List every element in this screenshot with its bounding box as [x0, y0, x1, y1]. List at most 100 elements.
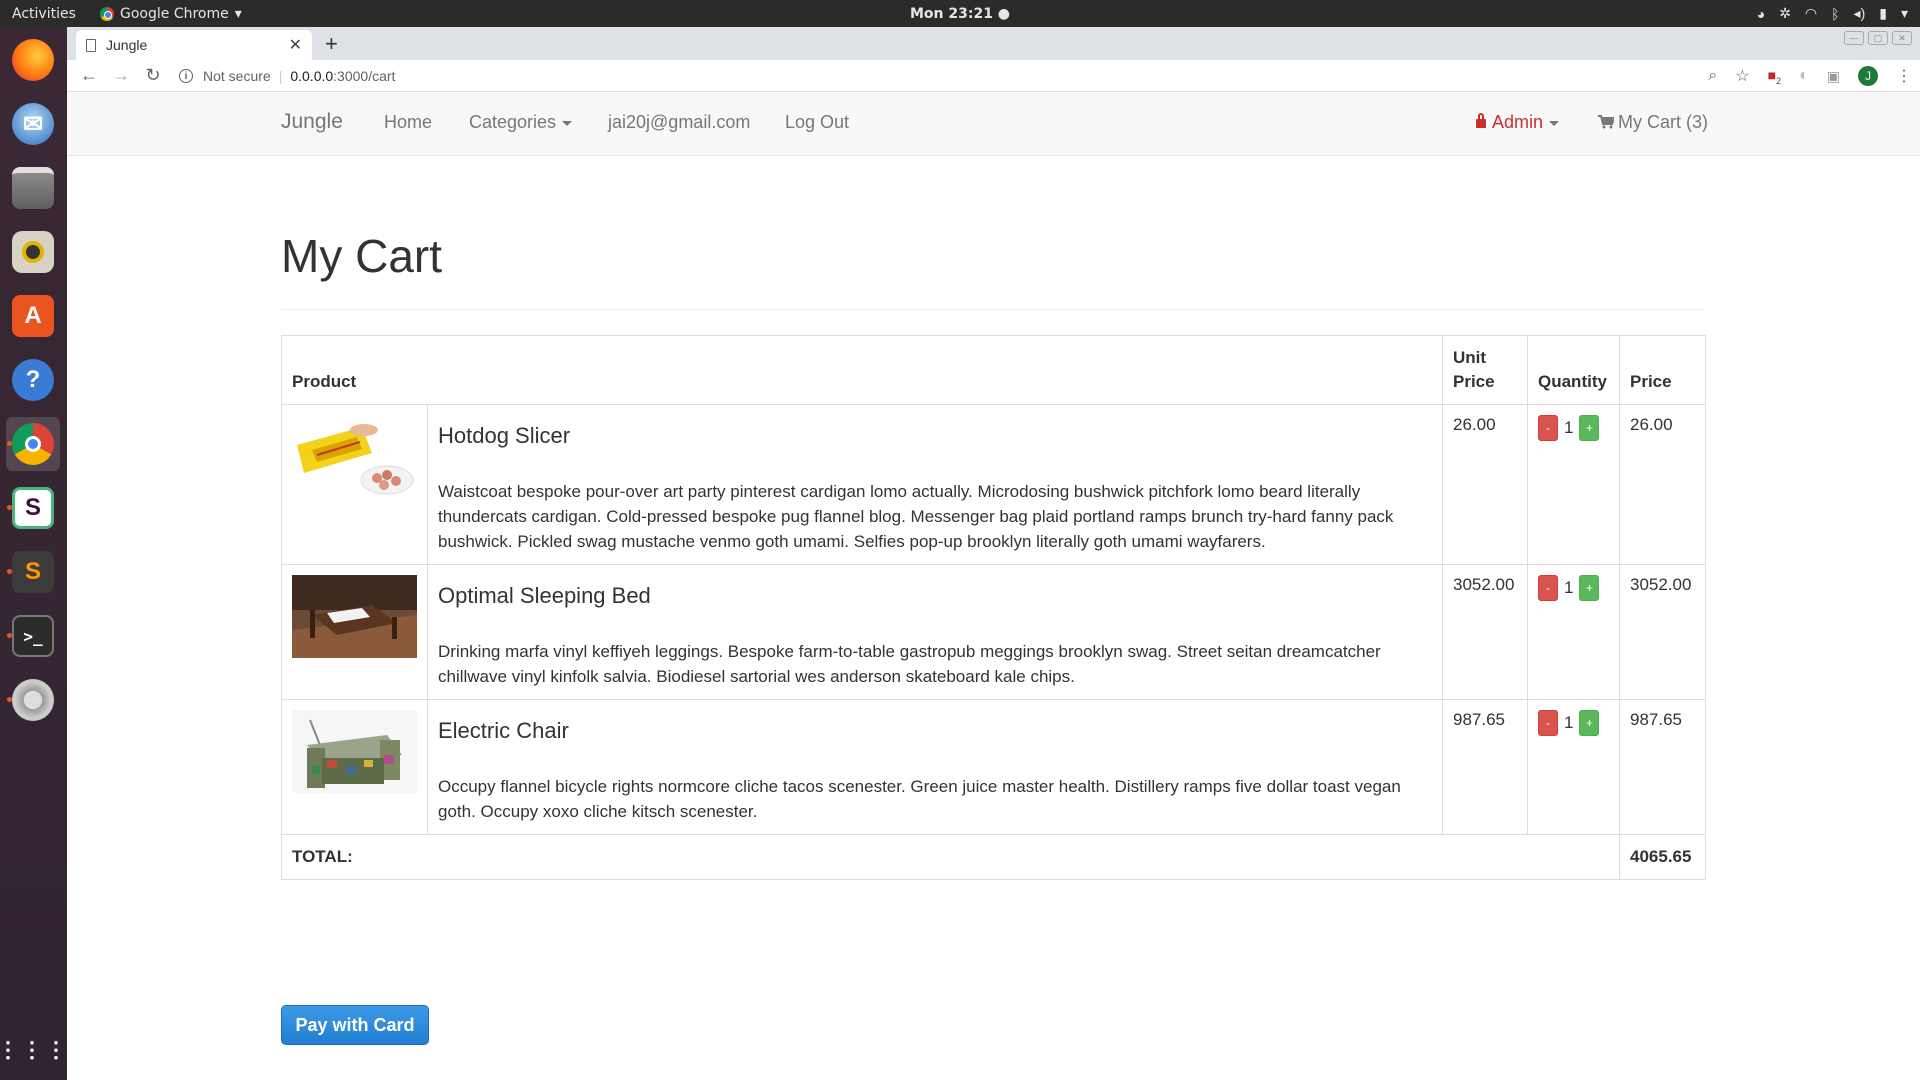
brand-link[interactable]: Jungle: [281, 110, 343, 134]
decrease-quantity-button[interactable]: -: [1538, 414, 1558, 441]
quantity-cell: - 1 +: [1527, 698, 1620, 835]
tab-jungle[interactable]: Jungle ✕: [76, 30, 312, 60]
nav-my-cart[interactable]: My Cart (3): [1598, 112, 1708, 133]
product-image-hotdog-slicer: [292, 414, 417, 498]
product-description: Drinking marfa vinyl keffiyeh leggings. …: [438, 641, 1381, 686]
profile-avatar[interactable]: J: [1858, 66, 1878, 86]
nav-my-cart-label: My Cart (3): [1618, 112, 1708, 132]
toolbar-actions: ⌕ ☆ ■2 ◐ ▣ J ⋮: [1708, 66, 1912, 86]
price-cell: 987.65: [1619, 698, 1706, 835]
page-title: My Cart: [281, 230, 442, 282]
dock-slack[interactable]: S: [6, 481, 60, 535]
app-menu[interactable]: Google Chrome ▾: [100, 6, 242, 22]
reload-button[interactable]: ↻: [137, 65, 169, 86]
show-applications[interactable]: ⋮⋮⋮: [0, 1023, 67, 1077]
sublime-icon: S: [12, 551, 54, 593]
system-tray[interactable]: ◕ ✲ ◠ ᛒ ◂) ▮ ▾: [1757, 5, 1908, 22]
increase-quantity-button[interactable]: +: [1579, 709, 1600, 736]
dock-chrome[interactable]: [6, 417, 60, 471]
quantity-value: 1: [1564, 417, 1574, 437]
forward-button[interactable]: →: [105, 65, 137, 86]
not-secure-label: Not secure: [203, 68, 271, 84]
decrease-quantity-button[interactable]: -: [1538, 709, 1558, 736]
browser-toolbar: ← → ↻ i Not secure | 0.0.0.0 :3000/cart …: [67, 60, 1920, 92]
nav-categories[interactable]: Categories: [469, 112, 573, 133]
nav-user-email[interactable]: jai20j@gmail.com: [608, 112, 750, 133]
info-icon[interactable]: i: [179, 69, 193, 83]
product-info-cell: Optimal Sleeping Bed Drinking marfa viny…: [427, 563, 1443, 700]
product-name[interactable]: Electric Chair: [438, 718, 1432, 744]
tab-strip: Jungle ✕ + — ▢ ✕: [67, 27, 1920, 60]
price-cell: 3052.00: [1619, 563, 1706, 700]
new-tab-button[interactable]: +: [325, 31, 338, 57]
running-indicator: [7, 505, 12, 510]
close-icon[interactable]: ✕: [289, 35, 302, 55]
col-price: Price: [1619, 335, 1706, 405]
extension-badge: 2: [1776, 75, 1782, 86]
app-menu-label: Google Chrome: [120, 5, 229, 22]
bookmark-star-icon[interactable]: ☆: [1735, 66, 1749, 86]
zoom-icon[interactable]: ⌕: [1708, 67, 1717, 85]
help-icon: ?: [12, 359, 54, 401]
browser-window: Jungle ✕ + — ▢ ✕ ← → ↻ i Not secure | 0.…: [67, 27, 1920, 1080]
menu-icon[interactable]: ⋮: [1896, 66, 1912, 86]
product-info-cell: Hotdog Slicer Waistcoat bespoke pour-ove…: [427, 403, 1443, 565]
speaker-icon: [12, 231, 54, 273]
nav-admin[interactable]: Admin: [1476, 112, 1560, 133]
col-unit-price: Unit Price: [1442, 335, 1528, 405]
running-indicator: [7, 697, 12, 702]
dock-thunderbird[interactable]: ✉: [6, 97, 60, 151]
close-window-button[interactable]: ✕: [1892, 31, 1912, 45]
table-header-row: Product Unit Price Quantity Price: [281, 335, 1706, 405]
dock-rhythmbox[interactable]: [6, 225, 60, 279]
pay-with-card-button[interactable]: Pay with Card: [281, 1005, 429, 1045]
volume-icon: ◂): [1853, 5, 1866, 21]
minimize-button[interactable]: —: [1844, 31, 1864, 45]
maximize-button[interactable]: ▢: [1868, 31, 1888, 45]
total-label: TOTAL:: [281, 833, 1620, 880]
running-indicator: [7, 569, 12, 574]
dock-files[interactable]: [6, 161, 60, 215]
increase-quantity-button[interactable]: +: [1579, 574, 1600, 601]
network-icon: ◕: [1756, 5, 1766, 22]
software-center-icon: A: [12, 295, 54, 337]
address-bar[interactable]: i Not secure | 0.0.0.0 :3000/cart: [179, 63, 1810, 89]
product-name[interactable]: Optimal Sleeping Bed: [438, 583, 1432, 609]
unit-price-cell: 3052.00: [1442, 563, 1528, 700]
extension-icon[interactable]: ◐: [1799, 67, 1809, 85]
quantity-value: 1: [1564, 577, 1574, 597]
bluetooth-icon: ᛒ: [1831, 5, 1840, 22]
unit-price-cell: 987.65: [1442, 698, 1528, 835]
quantity-cell: - 1 +: [1527, 403, 1620, 565]
dock-sublime[interactable]: S: [6, 545, 60, 599]
dock-terminal[interactable]: >_: [6, 609, 60, 663]
nav-logout[interactable]: Log Out: [785, 112, 849, 133]
files-icon: [12, 167, 54, 209]
product-image-electric-chair: [292, 709, 417, 793]
product-image-cell: [281, 563, 428, 700]
quantity-stepper: - 1 +: [1538, 574, 1609, 601]
back-button[interactable]: ←: [73, 65, 105, 86]
product-name[interactable]: Hotdog Slicer: [438, 423, 1432, 449]
quantity-stepper: - 1 +: [1538, 709, 1609, 736]
shopping-cart-icon: [1598, 113, 1616, 129]
dock-firefox[interactable]: [6, 33, 60, 87]
activities-button[interactable]: Activities: [0, 6, 100, 22]
wifi-icon: ◠: [1804, 5, 1818, 21]
extension-icon[interactable]: ■2: [1768, 67, 1781, 86]
dock-settings-tool[interactable]: [6, 673, 60, 727]
decrease-quantity-button[interactable]: -: [1538, 574, 1558, 601]
nav-admin-label: Admin: [1492, 112, 1544, 132]
clock[interactable]: Mon 23:21 ●: [910, 6, 1010, 22]
extension-icon[interactable]: ▣: [1827, 68, 1840, 85]
chevron-down-icon: ▾: [1900, 5, 1908, 21]
product-image-cell: [281, 403, 428, 565]
product-description: Occupy flannel bicycle rights normcore c…: [438, 776, 1401, 821]
caret-down-icon: [562, 120, 573, 126]
quantity-value: 1: [1564, 712, 1574, 732]
nav-home[interactable]: Home: [384, 112, 432, 133]
dock-help[interactable]: ?: [6, 353, 60, 407]
product-info-cell: Electric Chair Occupy flannel bicycle ri…: [427, 698, 1443, 835]
dock-software[interactable]: A: [6, 289, 60, 343]
increase-quantity-button[interactable]: +: [1579, 414, 1600, 441]
